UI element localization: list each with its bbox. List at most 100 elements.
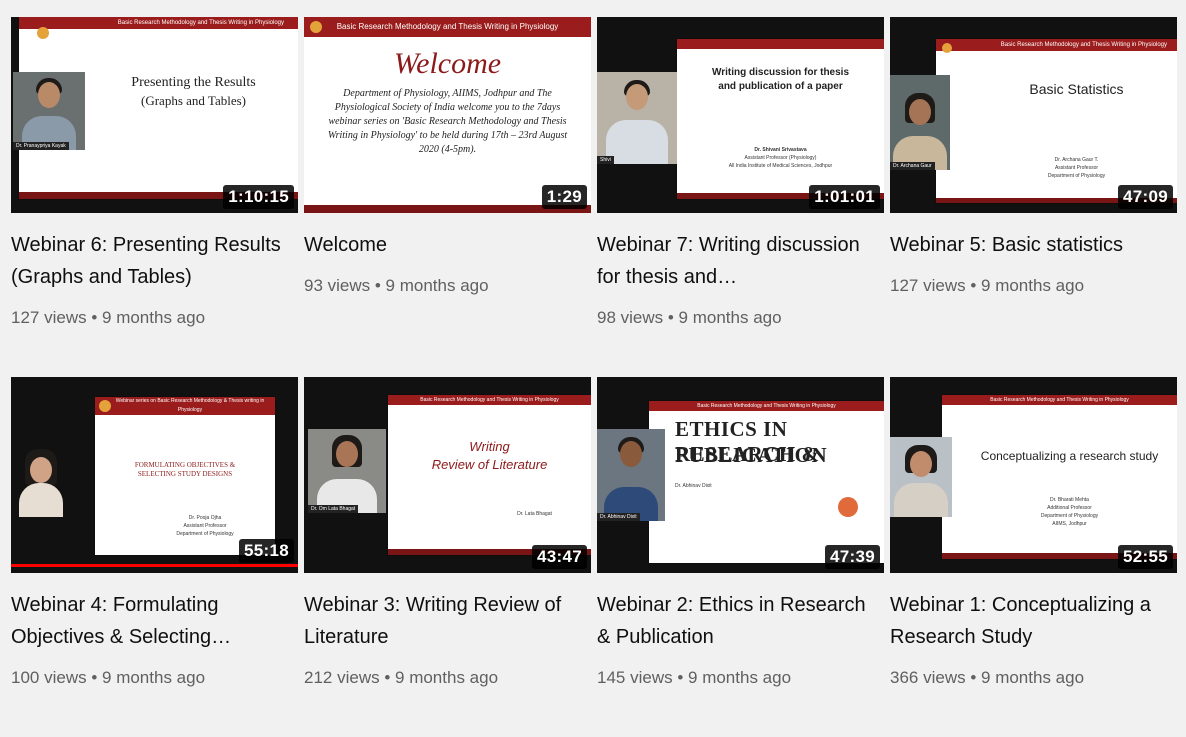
video-card[interactable]: Basic Research Methodology and Thesis Wr… xyxy=(597,377,884,737)
video-meta: 93 views • 9 months ago xyxy=(304,276,489,295)
video-title[interactable]: Webinar 5: Basic statistics xyxy=(890,229,1170,261)
face xyxy=(336,441,358,467)
speaker-label: Shivi xyxy=(597,156,614,164)
video-thumbnail[interactable]: Basic Research Methodology and Thesis Wr… xyxy=(304,377,591,573)
speaker-video: Dr. Abhinav Dixit xyxy=(597,429,665,521)
video-grid: Basic Research Methodology and Thesis Wr… xyxy=(11,17,1177,737)
view-count: 127 views xyxy=(11,308,87,327)
slide-subtitle: (Graphs and Tables) xyxy=(141,93,246,108)
speaker-video xyxy=(11,439,71,517)
logo-icon xyxy=(310,21,322,33)
video-card[interactable]: Basic Research Methodology and Thesis Wr… xyxy=(890,377,1177,737)
slide-author-org: Department of Physiology xyxy=(1040,513,1099,519)
slide-author: Dr. Abhinav Dixit xyxy=(675,483,712,489)
video-title[interactable]: Webinar 4: Formulating Objectives & Sele… xyxy=(11,589,291,653)
view-count: 98 views xyxy=(597,308,664,327)
slide-header xyxy=(677,39,884,49)
view-count: 212 views xyxy=(304,668,380,687)
view-count: 366 views xyxy=(890,668,966,687)
video-title[interactable]: Welcome xyxy=(304,229,584,261)
slide-title: Welcome xyxy=(393,47,502,80)
slide: Basic Research Methodology and Thesis Wr… xyxy=(304,17,591,213)
slide-author: Dr. Bharati Mehta xyxy=(1050,497,1089,503)
video-title[interactable]: Webinar 2: Ethics in Research & Publicat… xyxy=(597,589,877,653)
slide-subtitle: Review of Literature xyxy=(431,457,548,472)
face xyxy=(30,457,52,483)
slide-subtitle: and publication of a paper xyxy=(718,81,843,92)
speaker-video: Shivi xyxy=(597,72,677,164)
video-meta: 212 views • 9 months ago xyxy=(304,668,499,687)
video-card[interactable]: Basic Research Methodology and Thesis Wr… xyxy=(890,17,1177,377)
video-thumbnail[interactable]: Basic Research Methodology and Thesis Wr… xyxy=(890,17,1177,213)
upload-age: 9 months ago xyxy=(688,668,792,687)
slide-header: Webinar series on Basic Research Methodo… xyxy=(95,397,275,415)
speaker-label: Dr. Archana Gaur xyxy=(890,162,935,170)
slide-author: Dr. Shivani Srivastava xyxy=(754,147,807,153)
slide-body: Department of Physiology, AIIMS, Jodhpur… xyxy=(327,88,568,155)
video-meta: 127 views • 9 months ago xyxy=(11,308,206,327)
face xyxy=(626,84,648,110)
duration-badge: 55:18 xyxy=(239,539,294,563)
video-thumbnail[interactable]: Basic Research Methodology and Thesis Wr… xyxy=(597,377,884,573)
slide-subtitle: PUBLICATION xyxy=(675,443,828,467)
slide-title: FORMULATING OBJECTIVES & xyxy=(134,461,236,469)
slide-author-role: Assistant Professor xyxy=(1054,165,1099,171)
slide-title: Writing xyxy=(469,439,510,454)
video-meta: 100 views • 9 months ago xyxy=(11,668,206,687)
video-title[interactable]: Webinar 1: Conceptualizing a Research St… xyxy=(890,589,1170,653)
speaker-video: Dr. Pranaypriya Kayak xyxy=(13,72,85,150)
slide: Basic Research Methodology and Thesis Wr… xyxy=(388,395,591,555)
upload-age: 9 months ago xyxy=(385,276,489,295)
slide-author-org: Department of Physiology xyxy=(1047,173,1106,179)
video-title[interactable]: Webinar 3: Writing Review of Literature xyxy=(304,589,584,653)
duration-badge: 47:39 xyxy=(825,545,880,569)
face xyxy=(909,99,931,125)
slide-author-org: All India Institute of Medical Sciences,… xyxy=(728,163,833,169)
slide-author-role: Additional Professor xyxy=(1047,505,1092,511)
slide: Basic Research Methodology and Thesis Wr… xyxy=(936,39,1177,203)
video-card[interactable]: Writing discussion for thesis and public… xyxy=(597,17,884,377)
video-thumbnail[interactable]: Basic Research Methodology and Thesis Wr… xyxy=(890,377,1177,573)
video-grid-page: { "videos": [ { "title": "Webinar 6: Pre… xyxy=(0,0,1186,727)
slide-title: Basic Statistics xyxy=(1029,81,1124,97)
upload-age: 9 months ago xyxy=(981,668,1085,687)
slide: Basic Research Methodology and Thesis Wr… xyxy=(649,401,884,563)
duration-badge: 1:29 xyxy=(541,185,587,209)
slide: Basic Research Methodology and Thesis Wr… xyxy=(942,395,1177,559)
view-count: 127 views xyxy=(890,276,966,295)
video-card[interactable]: Basic Research Methodology and Thesis Wr… xyxy=(11,17,298,377)
video-card[interactable]: Basic Research Methodology and Thesis Wr… xyxy=(304,17,591,377)
slide: Writing discussion for thesis and public… xyxy=(677,39,884,199)
speaker-video: Dr. Om Lata Bhagat xyxy=(308,429,386,513)
video-thumbnail[interactable]: Basic Research Methodology and Thesis Wr… xyxy=(11,17,298,213)
upload-age: 9 months ago xyxy=(678,308,782,327)
video-thumbnail[interactable]: Basic Research Methodology and Thesis Wr… xyxy=(304,17,591,213)
slide-author-inst: AIIMS, Jodhpur xyxy=(1052,521,1087,527)
slide-header: Basic Research Methodology and Thesis Wr… xyxy=(936,39,1177,51)
duration-badge: 47:09 xyxy=(1118,185,1173,209)
speaker-label: Dr. Pranaypriya Kayak xyxy=(13,142,69,150)
video-title[interactable]: Webinar 7: Writing discussion for thesis… xyxy=(597,229,877,293)
seal-icon xyxy=(838,497,858,517)
video-title[interactable]: Webinar 6: Presenting Results (Graphs an… xyxy=(11,229,291,293)
slide-author: Dr. Pooja Ojha xyxy=(188,515,222,521)
body xyxy=(19,483,63,517)
video-thumbnail[interactable]: Writing discussion for thesis and public… xyxy=(597,17,884,213)
duration-badge: 52:55 xyxy=(1118,545,1173,569)
slide-header: Basic Research Methodology and Thesis Wr… xyxy=(304,17,591,37)
slide-title: Conceptualizing a research study xyxy=(980,449,1159,463)
speaker-video xyxy=(890,437,952,517)
video-card[interactable]: Webinar series on Basic Research Methodo… xyxy=(11,377,298,737)
slide-author-role: Assistant Professor xyxy=(183,523,227,529)
video-thumbnail[interactable]: Webinar series on Basic Research Methodo… xyxy=(11,377,298,573)
slide-author: Dr. Archana Gaur T. xyxy=(1054,157,1099,163)
watch-progress-bar xyxy=(11,564,298,567)
logo-icon xyxy=(37,27,49,39)
logo-icon xyxy=(99,400,111,412)
logo-icon xyxy=(942,43,952,53)
video-card[interactable]: Basic Research Methodology and Thesis Wr… xyxy=(304,377,591,737)
video-meta: 98 views • 9 months ago xyxy=(597,308,782,327)
slide-header: Basic Research Methodology and Thesis Wr… xyxy=(19,17,298,29)
video-meta: 127 views • 9 months ago xyxy=(890,276,1085,295)
slide-title: Presenting the Results xyxy=(131,75,256,90)
